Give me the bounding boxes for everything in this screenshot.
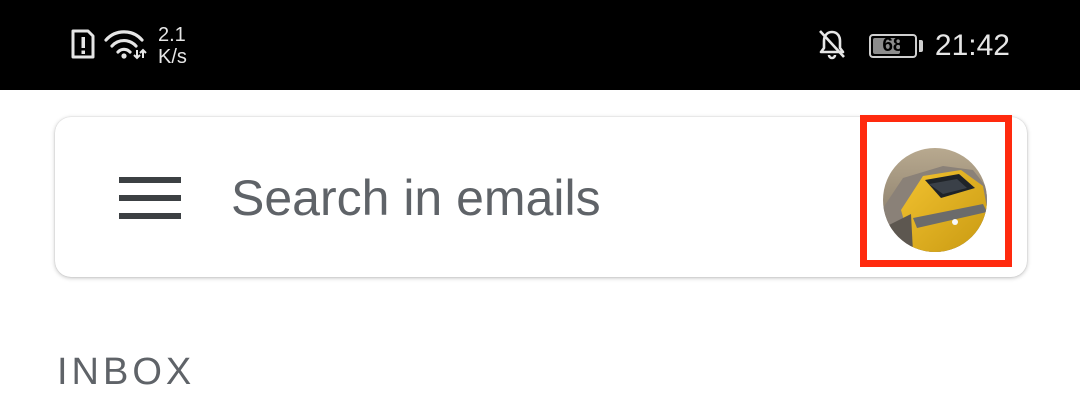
account-avatar[interactable] <box>883 148 987 252</box>
network-speed-value: 2.1 <box>158 24 186 46</box>
network-speed-unit: K/s <box>158 46 187 68</box>
status-bar-right: 68 21:42 <box>817 22 1010 70</box>
menu-icon[interactable] <box>119 177 181 219</box>
status-time: 21:42 <box>934 29 1010 62</box>
battery-tip <box>918 40 923 52</box>
status-bar-left: 2.1 K/s <box>70 18 187 74</box>
battery-level: 68 <box>882 35 904 56</box>
wifi-icon <box>104 28 148 65</box>
search-input[interactable]: Search in emails <box>231 169 601 227</box>
battery-icon: 68 <box>868 34 917 58</box>
notifications-off-icon <box>817 28 847 65</box>
mailbox-label: INBOX <box>57 351 196 393</box>
status-bar: 2.1 K/s 68 21:42 <box>0 0 1080 90</box>
network-speed: 2.1 K/s <box>158 24 187 68</box>
search-bar[interactable]: Search in emails <box>55 115 1027 277</box>
alert-icon <box>70 28 96 65</box>
